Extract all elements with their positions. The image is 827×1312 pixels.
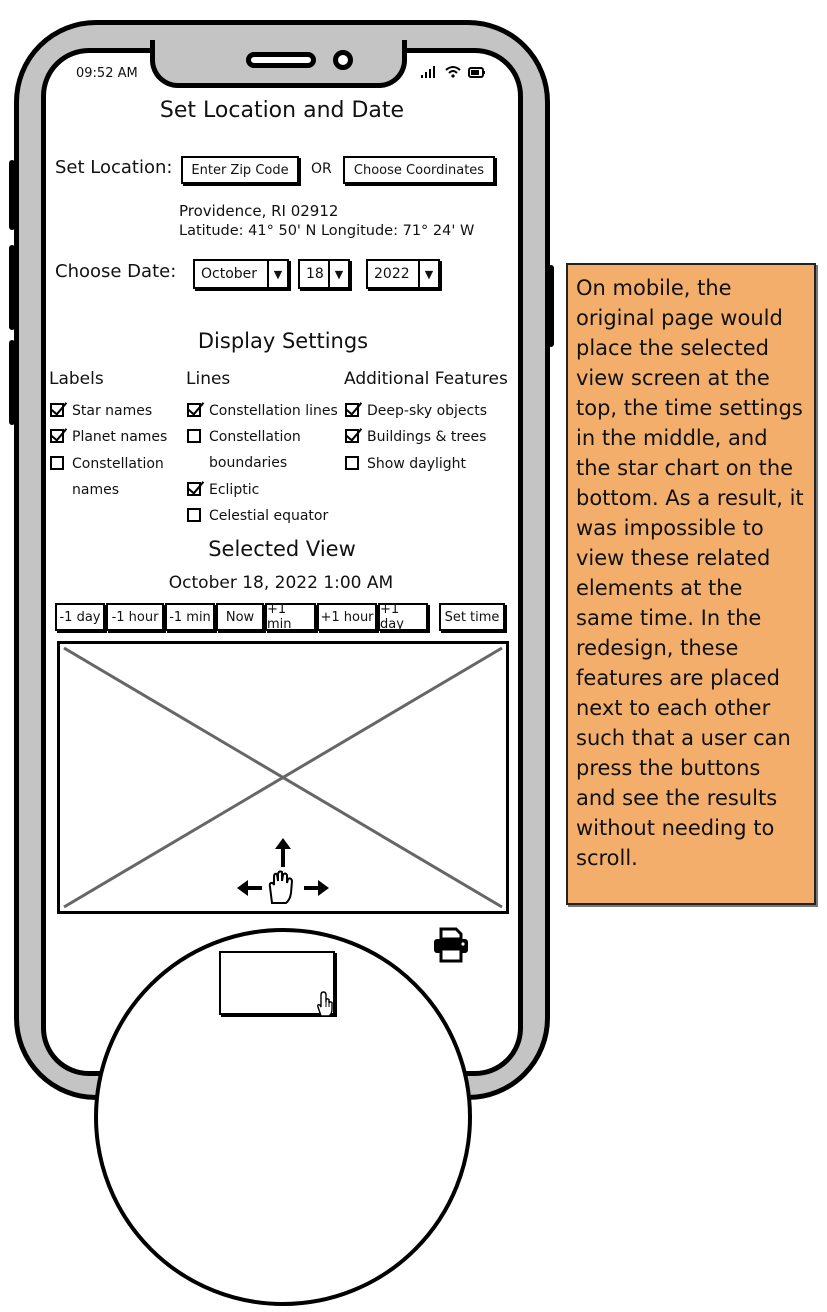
- month-value: October: [201, 266, 258, 282]
- enter-zip-button[interactable]: Enter Zip Code: [181, 156, 299, 184]
- checkbox-checked-icon: [187, 403, 201, 417]
- selected-view-heading: Selected View: [208, 537, 356, 561]
- checkbox-label: Constellation boundaries: [209, 429, 301, 471]
- checkbox-label: Celestial equator: [209, 508, 329, 524]
- checkbox-buildings-trees[interactable]: Buildings & trees: [343, 424, 486, 450]
- printer-icon[interactable]: [432, 927, 470, 963]
- checkbox-label: Planet names: [72, 429, 168, 445]
- checkbox-deep-sky-objects[interactable]: Deep-sky objects: [343, 398, 487, 424]
- checkbox-unchecked-icon: [50, 456, 64, 470]
- checkbox-checked-icon: [50, 429, 64, 443]
- status-time: 09:52 AM: [76, 66, 138, 81]
- checkbox-label: Star names: [72, 403, 153, 419]
- checkbox-planet-names[interactable]: Planet names: [48, 424, 167, 450]
- status-icons: [419, 64, 489, 80]
- plus-1-hour-button[interactable]: +1 hour: [317, 603, 377, 631]
- signal-wifi-battery-icon: [421, 66, 485, 78]
- hand-cursor-icon-svg: [317, 991, 333, 1017]
- location-coordinates: Latitude: 41° 50' N Longitude: 71° 24' W: [179, 223, 475, 239]
- labels-heading: Labels: [49, 369, 104, 389]
- day-select[interactable]: 18 ▼: [298, 259, 350, 289]
- selected-datetime: October 18, 2022 1:00 AM: [168, 573, 394, 593]
- location-place: Providence, RI 02912: [179, 202, 339, 220]
- design-note-text: On mobile, the original page would place…: [576, 276, 804, 870]
- checkbox-constellation-names[interactable]: Constellation names: [48, 451, 176, 503]
- year-value: 2022: [374, 266, 410, 282]
- checkbox-checked-icon: [345, 429, 359, 443]
- checkbox-label: Show daylight: [367, 456, 467, 472]
- checkbox-constellation-lines[interactable]: Constellation lines: [185, 398, 338, 424]
- choose-date-label: Choose Date:: [55, 261, 177, 282]
- choose-coordinates-button[interactable]: Choose Coordinates: [343, 156, 495, 184]
- day-value: 18: [306, 266, 324, 282]
- chevron-down-icon: ▼: [328, 261, 348, 287]
- checkbox-checked-icon: [345, 403, 359, 417]
- plus-1-day-button[interactable]: +1 day: [378, 602, 428, 632]
- lines-heading: Lines: [186, 369, 231, 389]
- phone-side-button: [9, 160, 15, 230]
- checkbox-label: Ecliptic: [209, 482, 260, 498]
- checkbox-label: Constellation names: [72, 456, 164, 498]
- checkbox-unchecked-icon: [187, 429, 201, 443]
- features-heading: Additional Features: [344, 369, 508, 389]
- checkbox-ecliptic[interactable]: Ecliptic: [185, 477, 259, 503]
- month-select[interactable]: October ▼: [193, 259, 289, 289]
- checkbox-constellation-boundaries[interactable]: Constellation boundaries: [185, 424, 320, 476]
- now-button[interactable]: Now: [216, 603, 264, 631]
- phone-side-button: [9, 245, 15, 330]
- design-note: On mobile, the original page would place…: [566, 263, 816, 905]
- year-select[interactable]: 2022 ▼: [366, 259, 440, 289]
- checkbox-label: Constellation lines: [209, 403, 338, 419]
- checkbox-label: Buildings & trees: [367, 429, 487, 445]
- chevron-down-icon: ▼: [267, 261, 287, 287]
- set-location-label: Set Location:: [55, 157, 173, 178]
- set-time-button[interactable]: Set time: [439, 603, 505, 631]
- speaker: [246, 52, 316, 68]
- hand-pan-icon[interactable]: [236, 837, 330, 907]
- or-text: OR: [311, 161, 332, 177]
- checkbox-checked-icon: [50, 403, 64, 417]
- page-title: Set Location and Date: [159, 98, 405, 123]
- chevron-down-icon: ▼: [418, 261, 438, 287]
- checkbox-label: Deep-sky objects: [367, 403, 488, 419]
- hand-cursor-icon: [314, 991, 336, 1017]
- hand-pan-icon-svg: [237, 838, 329, 904]
- display-settings-heading: Display Settings: [197, 329, 369, 353]
- checkbox-unchecked-icon: [345, 456, 359, 470]
- camera: [333, 50, 353, 70]
- checkbox-show-daylight[interactable]: Show daylight: [343, 451, 466, 477]
- minus-1-hour-button[interactable]: -1 hour: [106, 603, 164, 631]
- printer-icon-svg: [434, 927, 468, 963]
- plus-1-min-button[interactable]: +1 min: [265, 602, 316, 632]
- minus-1-day-button[interactable]: -1 day: [55, 603, 105, 631]
- checkbox-unchecked-icon: [187, 508, 201, 522]
- checkbox-checked-icon: [187, 482, 201, 496]
- checkbox-star-names[interactable]: Star names: [48, 398, 152, 424]
- checkbox-celestial-equator[interactable]: Celestial equator: [185, 503, 328, 529]
- minus-1-min-button[interactable]: -1 min: [165, 603, 215, 631]
